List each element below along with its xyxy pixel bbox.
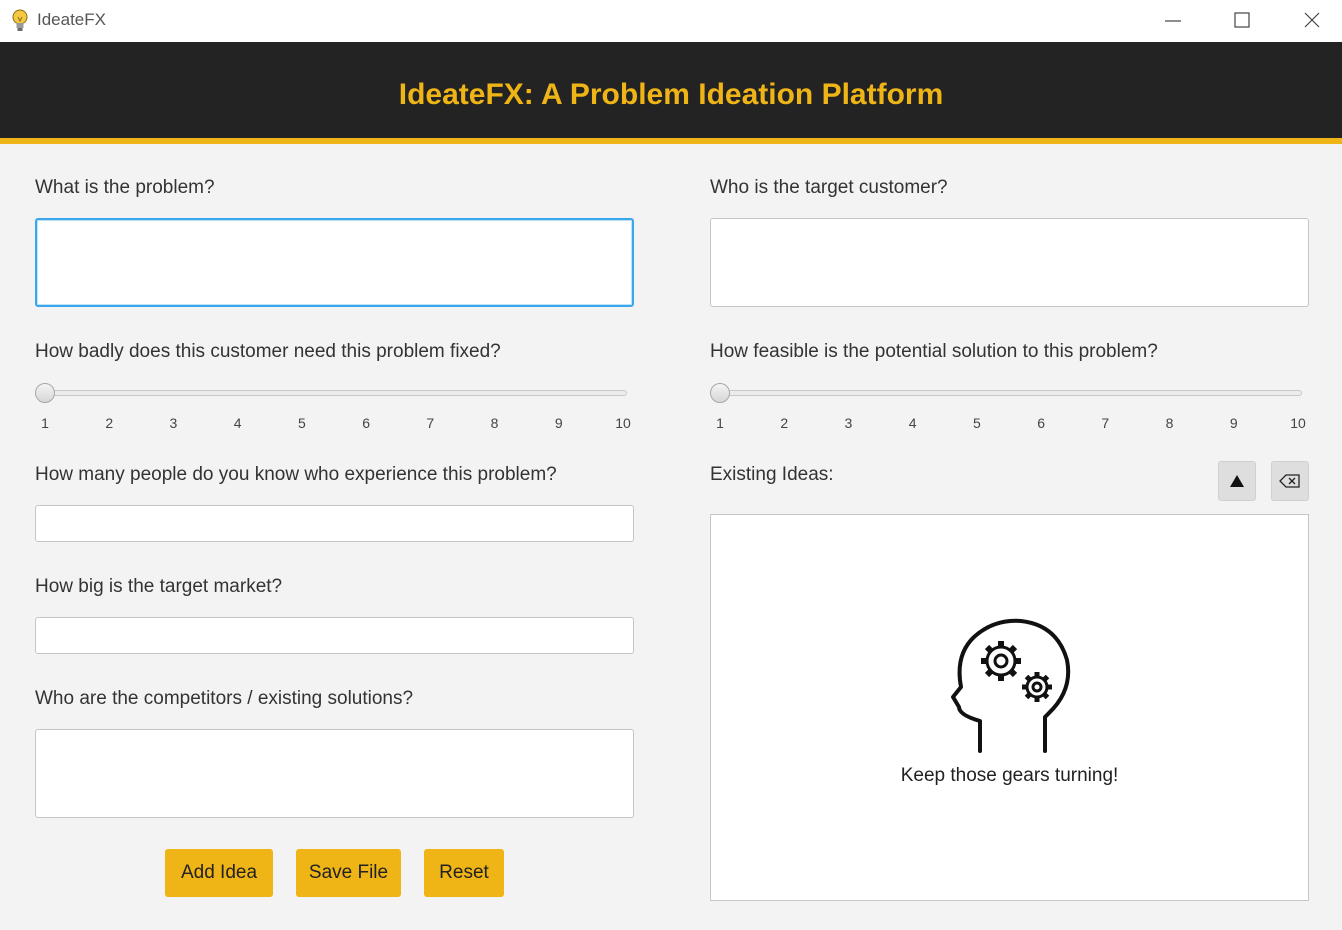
problem-label: What is the problem?	[35, 177, 215, 198]
slider-track	[720, 390, 1302, 396]
eraser-icon	[1279, 474, 1300, 488]
competitors-label: Who are the competitors / existing solut…	[35, 688, 414, 709]
minimize-button[interactable]	[1150, 0, 1196, 40]
slider-track	[45, 390, 627, 396]
slider-tick-label: 4	[233, 415, 242, 431]
slider-tick-label: 5	[972, 415, 981, 431]
market-input[interactable]	[35, 617, 634, 654]
slider-tick-label: 2	[105, 415, 114, 431]
app-header: IdeateFX: A Problem Ideation Platform	[0, 42, 1342, 144]
slider-tick-label: 9	[554, 415, 563, 431]
slider-tick-label: 10	[1290, 415, 1306, 431]
sort-ideas-button[interactable]	[1218, 461, 1256, 501]
customer-label: Who is the target customer?	[710, 177, 948, 198]
feasible-slider[interactable]: 1 2 3 4 5 6 7 8 9 10	[710, 383, 1308, 435]
slider-tick-label: 1	[41, 415, 49, 431]
clear-ideas-button[interactable]	[1271, 461, 1309, 501]
need-label: How badly does this customer need this p…	[35, 341, 501, 362]
close-button[interactable]	[1289, 0, 1335, 40]
slider-tick-label: 8	[1165, 415, 1174, 431]
problem-input[interactable]	[35, 218, 634, 307]
head-gears-icon	[951, 618, 1071, 753]
people-input[interactable]	[35, 505, 634, 542]
reset-button[interactable]: Reset	[424, 849, 504, 897]
slider-tick-label: 10	[615, 415, 631, 431]
minimize-icon	[1165, 20, 1181, 22]
slider-tick-label: 4	[908, 415, 917, 431]
triangle-up-icon	[1230, 475, 1244, 487]
page-title: IdeateFX: A Problem Ideation Platform	[398, 78, 944, 111]
market-label: How big is the target market?	[35, 576, 283, 597]
slider-thumb[interactable]	[710, 383, 730, 403]
add-idea-button[interactable]: Add Idea	[165, 849, 273, 897]
people-label: How many people do you know who experien…	[35, 464, 557, 485]
slider-thumb[interactable]	[35, 383, 55, 403]
close-icon	[1304, 12, 1320, 28]
slider-tick-label: 3	[169, 415, 178, 431]
maximize-button[interactable]	[1219, 0, 1265, 40]
maximize-icon	[1234, 12, 1250, 28]
slider-tick-label: 7	[426, 415, 435, 431]
slider-tick-label: 7	[1101, 415, 1110, 431]
ideas-list[interactable]: Keep those gears turning!	[710, 514, 1309, 901]
slider-tick-label: 6	[1037, 415, 1046, 431]
slider-tick-label: 3	[844, 415, 853, 431]
ideas-label: Existing Ideas:	[710, 464, 834, 485]
save-file-button[interactable]: Save File	[296, 849, 401, 897]
need-slider[interactable]: 1 2 3 4 5 6 7 8 9 10	[35, 383, 633, 435]
slider-tick-label: 6	[362, 415, 371, 431]
customer-input[interactable]	[710, 218, 1309, 307]
slider-tick-label: 2	[780, 415, 789, 431]
empty-ideas-text: Keep those gears turning!	[900, 765, 1119, 786]
window-titlebar: IdeateFX	[0, 0, 1342, 42]
competitors-input[interactable]	[35, 729, 634, 818]
slider-tick-label: 9	[1229, 415, 1238, 431]
lightbulb-icon	[12, 9, 28, 31]
slider-tick-label: 8	[490, 415, 499, 431]
feasible-label: How feasible is the potential solution t…	[710, 341, 1158, 362]
slider-tick-label: 1	[716, 415, 724, 431]
slider-tick-label: 5	[297, 415, 306, 431]
window-title: IdeateFX	[37, 10, 106, 29]
